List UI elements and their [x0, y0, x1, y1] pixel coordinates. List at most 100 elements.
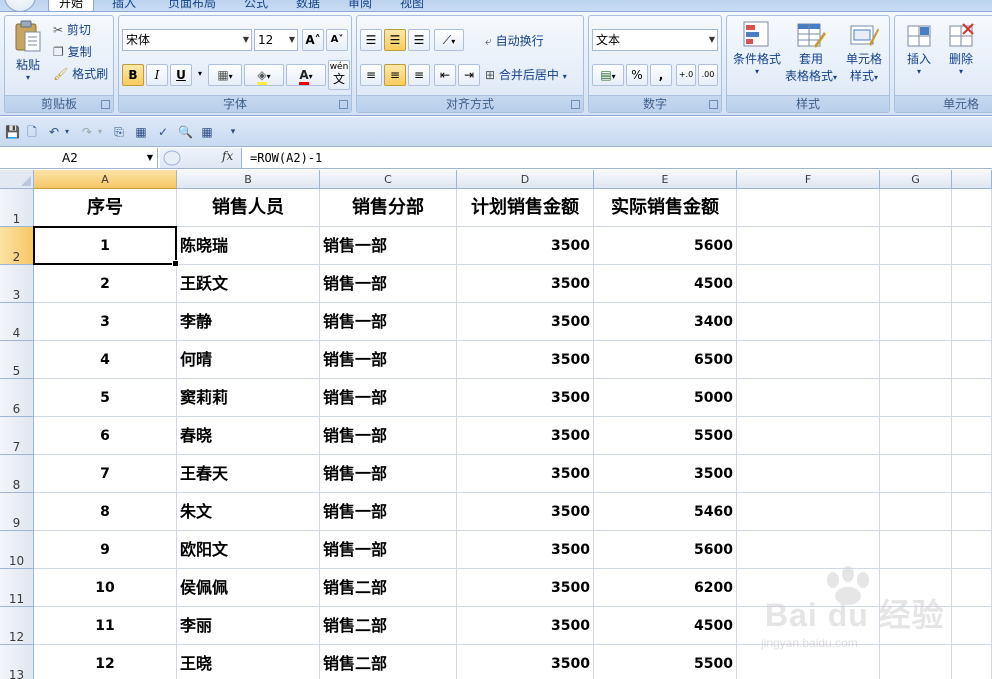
- row-header[interactable]: 7: [0, 417, 34, 455]
- row-header[interactable]: 8: [0, 455, 34, 493]
- table-cell[interactable]: 6: [34, 417, 177, 455]
- table-cell[interactable]: [952, 531, 992, 569]
- row-header[interactable]: 5: [0, 341, 34, 379]
- table-cell[interactable]: [880, 455, 952, 493]
- table-cell[interactable]: 5600: [594, 227, 737, 265]
- table-cell[interactable]: [952, 303, 992, 341]
- row-header[interactable]: 12: [0, 607, 34, 645]
- table-cell[interactable]: 窦莉莉: [177, 379, 320, 417]
- table-cell[interactable]: 3500: [457, 379, 594, 417]
- print-preview-icon[interactable]: 🔍: [178, 125, 193, 139]
- row-header[interactable]: 9: [0, 493, 34, 531]
- table-cell[interactable]: 11: [34, 607, 177, 645]
- alignment-dialog-launcher-icon[interactable]: [571, 100, 580, 109]
- increase-indent-button[interactable]: ⇥: [458, 64, 480, 86]
- align-middle-button[interactable]: ☰: [384, 29, 406, 51]
- name-box[interactable]: A2 ▼: [0, 148, 158, 168]
- font-dialog-launcher-icon[interactable]: [339, 100, 348, 109]
- underline-button[interactable]: U: [170, 64, 192, 86]
- accounting-format-button[interactable]: ▤▾: [592, 64, 624, 86]
- table-cell[interactable]: 3500: [457, 493, 594, 531]
- cut-button[interactable]: ✂ 剪切: [53, 21, 91, 38]
- redo-dropdown-icon[interactable]: ▾: [93, 125, 107, 139]
- table-cell[interactable]: 3500: [594, 455, 737, 493]
- table-cell[interactable]: 销售二部: [320, 569, 457, 607]
- table-cell[interactable]: 2: [34, 265, 177, 303]
- wrap-text-button[interactable]: ⤶ 自动换行: [485, 32, 544, 49]
- decrease-indent-button[interactable]: ⇤: [434, 64, 456, 86]
- column-header[interactable]: [952, 170, 992, 189]
- table-cell[interactable]: 4500: [594, 607, 737, 645]
- borders-button[interactable]: ▦▾: [208, 64, 242, 86]
- tab-insert[interactable]: 插入: [104, 0, 144, 11]
- table-cell[interactable]: 4: [34, 341, 177, 379]
- align-left-button[interactable]: ≡: [360, 64, 382, 86]
- align-center-button[interactable]: ≡: [384, 64, 406, 86]
- tab-review[interactable]: 审阅: [340, 0, 380, 11]
- tab-data[interactable]: 数据: [288, 0, 328, 11]
- paste-button[interactable]: 粘贴 ▾: [9, 20, 47, 92]
- new-file-icon[interactable]: 🗋: [25, 125, 39, 139]
- format-as-table-button[interactable]: 套用 表格格式▾: [785, 20, 837, 84]
- table-cell[interactable]: 何晴: [177, 341, 320, 379]
- select-all-button[interactable]: [0, 170, 34, 189]
- shrink-font-button[interactable]: A˅: [326, 29, 348, 51]
- table-cell[interactable]: 销售一部: [320, 531, 457, 569]
- formula-bar-handle-icon[interactable]: [162, 149, 182, 167]
- font-name-combo[interactable]: 宋体 ▼: [122, 29, 252, 51]
- fill-color-button[interactable]: ◈▾: [244, 64, 284, 86]
- table-cell[interactable]: 侯佩佩: [177, 569, 320, 607]
- header-cell[interactable]: 销售人员: [177, 189, 320, 227]
- table-cell[interactable]: 3500: [457, 303, 594, 341]
- table-cell[interactable]: [952, 341, 992, 379]
- tab-formulas[interactable]: 公式: [236, 0, 276, 11]
- table-cell[interactable]: 李静: [177, 303, 320, 341]
- table-cell[interactable]: 9: [34, 531, 177, 569]
- number-format-combo[interactable]: 文本 ▼: [592, 29, 718, 51]
- table-cell[interactable]: [952, 227, 992, 265]
- table-cell[interactable]: 3500: [457, 265, 594, 303]
- column-header[interactable]: A: [34, 170, 177, 189]
- table-cell[interactable]: 10: [34, 569, 177, 607]
- font-size-combo[interactable]: 12 ▼: [254, 29, 298, 51]
- column-header[interactable]: D: [457, 170, 594, 189]
- table-cell[interactable]: 销售一部: [320, 341, 457, 379]
- row-header[interactable]: 1: [0, 189, 34, 227]
- column-header[interactable]: B: [177, 170, 320, 189]
- table-cell[interactable]: 销售一部: [320, 493, 457, 531]
- table-cell[interactable]: [880, 493, 952, 531]
- column-header[interactable]: C: [320, 170, 457, 189]
- table-cell[interactable]: [952, 379, 992, 417]
- orientation-button[interactable]: ⟋▾: [434, 29, 464, 51]
- table-cell[interactable]: [952, 455, 992, 493]
- table-cell[interactable]: 王晓: [177, 645, 320, 679]
- table-cell[interactable]: 3400: [594, 303, 737, 341]
- merge-center-button[interactable]: ⊞ 合并后居中 ▾: [485, 66, 567, 83]
- phonetic-guide-button[interactable]: wén 文: [328, 60, 350, 90]
- table-cell[interactable]: 销售一部: [320, 227, 457, 265]
- underline-dropdown-icon[interactable]: ▾: [194, 64, 206, 86]
- insert-function-icon[interactable]: fx: [222, 149, 233, 163]
- table-cell[interactable]: [880, 531, 952, 569]
- table-cell[interactable]: 6200: [594, 569, 737, 607]
- format-painter-button[interactable]: 🖌 格式刷: [53, 65, 108, 82]
- table-cell[interactable]: 1: [34, 227, 177, 265]
- italic-button[interactable]: I: [146, 64, 168, 86]
- percent-style-button[interactable]: %: [626, 64, 648, 86]
- table-cell[interactable]: 3500: [457, 607, 594, 645]
- table-cell[interactable]: 5460: [594, 493, 737, 531]
- table-cell[interactable]: [737, 303, 880, 341]
- table-cell[interactable]: 5500: [594, 417, 737, 455]
- conditional-formatting-button[interactable]: 条件格式 ▾: [731, 20, 783, 76]
- cell-styles-button[interactable]: 单元格 样式▾: [839, 20, 889, 84]
- table-cell[interactable]: 王春天: [177, 455, 320, 493]
- table-cell[interactable]: 李丽: [177, 607, 320, 645]
- row-header[interactable]: 13: [0, 645, 34, 679]
- tab-view[interactable]: 视图: [392, 0, 432, 11]
- table-cell[interactable]: 3500: [457, 569, 594, 607]
- table-cell[interactable]: [952, 493, 992, 531]
- number-dialog-launcher-icon[interactable]: [709, 100, 718, 109]
- table-cell[interactable]: 5600: [594, 531, 737, 569]
- table-cell[interactable]: 3500: [457, 455, 594, 493]
- increase-decimal-button[interactable]: +.0: [676, 64, 696, 86]
